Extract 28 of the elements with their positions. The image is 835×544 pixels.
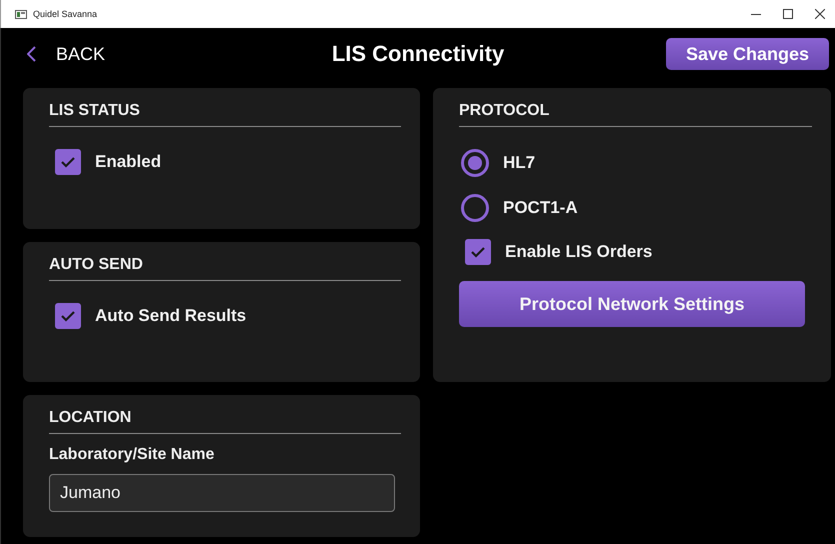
checkbox-label: Enable LIS Orders <box>505 242 652 262</box>
checkbox[interactable] <box>55 303 81 329</box>
radio-button[interactable] <box>461 149 489 177</box>
checkmark-icon <box>60 156 76 168</box>
checkmark-icon <box>60 310 76 322</box>
checkbox-label: Enabled <box>95 152 162 172</box>
checkbox[interactable] <box>55 149 81 175</box>
app-icon <box>15 10 27 18</box>
checkbox[interactable] <box>465 239 491 265</box>
page-title: LIS Connectivity <box>332 41 504 67</box>
input-field[interactable]: Jumano <box>49 474 395 512</box>
maximize-icon[interactable] <box>783 9 793 19</box>
panel-heading: PROTOCOL <box>459 100 812 127</box>
field-label: Laboratory/Site Name <box>49 446 216 464</box>
panel-heading: LIS STATUS <box>49 100 401 127</box>
panel-heading: AUTO SEND <box>49 254 401 281</box>
network-settings-button[interactable]: Protocol Network Settings <box>459 281 805 327</box>
checkmark-icon <box>470 246 486 258</box>
chevron-left-icon <box>27 46 36 62</box>
save-changes-button[interactable]: Save Changes <box>666 38 829 70</box>
back-button[interactable]: BACK <box>27 44 106 64</box>
window-title: Quidel Savanna <box>33 9 98 19</box>
checkbox-label: Auto Send Results <box>95 306 246 326</box>
close-icon[interactable] <box>815 9 825 19</box>
radio-button[interactable] <box>461 194 489 222</box>
radio-label: HL7 <box>503 153 536 173</box>
radio-label: POCT1-A <box>503 198 578 218</box>
panel-heading: LOCATION <box>49 407 401 434</box>
